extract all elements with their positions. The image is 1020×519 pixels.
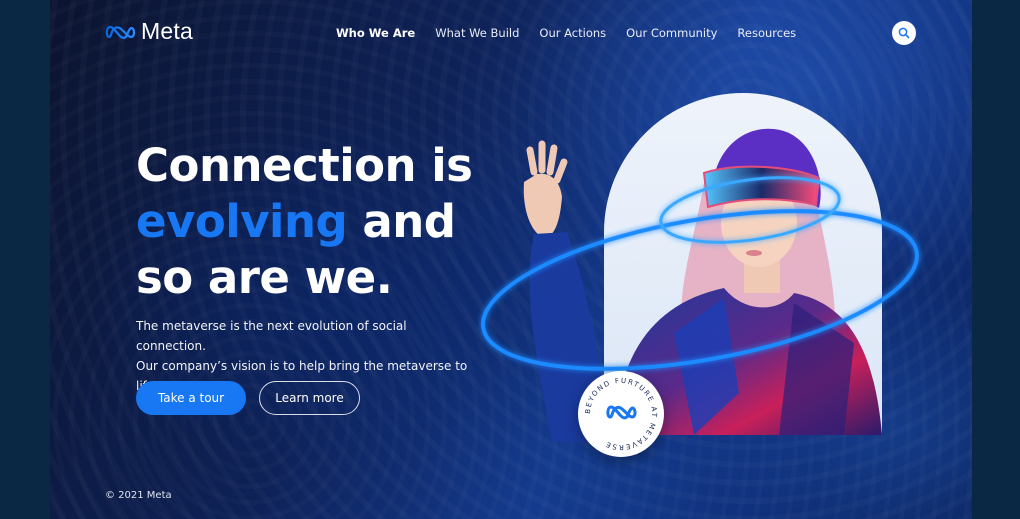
neon-rings (481, 176, 919, 371)
learn-more-button[interactable]: Learn more (259, 381, 360, 415)
brand-name: Meta (141, 18, 193, 44)
metaverse-badge: BEYOND FURTURE AT METAVERSE (578, 371, 664, 457)
hero-section: Meta Who We Are What We Build Our Action… (50, 0, 972, 519)
nav-item-what-we-build[interactable]: What We Build (435, 26, 519, 40)
take-a-tour-button[interactable]: Take a tour (136, 381, 246, 415)
nav-item-our-actions[interactable]: Our Actions (539, 26, 606, 40)
nav-item-our-community[interactable]: Our Community (626, 26, 717, 40)
search-icon (898, 27, 910, 39)
headline-line-2-rest: and (347, 195, 456, 248)
meta-infinity-icon (606, 405, 637, 420)
nav-item-resources[interactable]: Resources (737, 26, 796, 40)
subtext-line-1: The metaverse is the next evolution of s… (136, 319, 407, 353)
search-button[interactable] (892, 21, 916, 45)
meta-logo[interactable]: Meta (105, 18, 193, 45)
meta-infinity-icon (105, 25, 135, 39)
main-nav: Who We Are What We Build Our Actions Our… (336, 26, 816, 40)
copyright: © 2021 Meta (105, 490, 172, 501)
nav-item-who-we-are[interactable]: Who We Are (336, 26, 415, 40)
headline-line-3: so are we. (136, 251, 393, 304)
hero-headline: Connection is evolving and so are we. (136, 138, 476, 306)
headline-accent-word: evolving (136, 195, 348, 248)
headline-line-1: Connection is (136, 139, 473, 192)
